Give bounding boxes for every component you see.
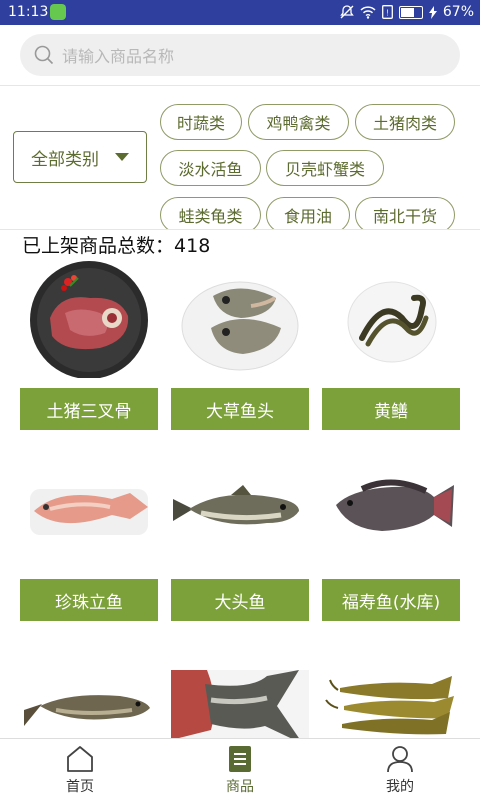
category-chip-label: 贝壳虾蟹类 (284, 160, 365, 179)
category-chip-label: 食用油 (283, 207, 332, 226)
category-chip-label: 淡水活鱼 (178, 160, 243, 179)
wifi-icon (360, 5, 376, 19)
category-chip[interactable]: 淡水活鱼 (160, 150, 261, 186)
category-filter: 全部类别 时蔬类 鸡鸭禽类 土猪肉类 淡水活鱼 贝壳虾蟹类 蛙类龟类 食用油 南… (0, 85, 480, 230)
product-name: 黄鳝 (322, 388, 460, 430)
product-name: 大草鱼头 (171, 388, 309, 430)
search-bar-area (0, 25, 480, 85)
tilapia-image (336, 479, 454, 531)
pork-bone-image (30, 261, 148, 378)
home-icon (67, 746, 93, 772)
product-count: 已上架商品总数：418 (22, 231, 210, 258)
notification-icon (50, 4, 66, 20)
category-chip[interactable]: 鸡鸭禽类 (248, 104, 349, 140)
category-chip-label: 土猪肉类 (372, 114, 437, 133)
category-chip[interactable]: 土猪肉类 (355, 104, 455, 140)
search-icon (34, 45, 54, 65)
grass-carp-image (24, 695, 150, 726)
category-chip[interactable]: 南北干货 (355, 197, 455, 229)
product-name: 福寿鱼(水库) (322, 579, 460, 621)
yellow-catfish-image (325, 676, 454, 735)
battery-icon (398, 5, 423, 19)
product-name: 大头鱼 (171, 579, 309, 621)
fish-tail-image (171, 670, 309, 738)
battery-percent: 67% (442, 4, 474, 20)
tab-products[interactable]: 商品 (160, 739, 320, 801)
product-grid: 土猪三叉骨 大草鱼头 黄鳝 珍珠立鱼 大头鱼 福寿鱼(水库) (0, 258, 480, 738)
category-chip[interactable]: 贝壳虾蟹类 (266, 150, 384, 186)
all-categories-dropdown[interactable]: 全部类别 (13, 131, 147, 183)
all-categories-label: 全部类别 (31, 149, 99, 170)
bighead-carp-image (173, 485, 299, 525)
search-box[interactable] (20, 34, 460, 76)
mute-bell-icon (340, 5, 354, 19)
tab-home-label: 首页 (66, 779, 94, 795)
category-chip-label: 南北干货 (372, 207, 437, 226)
fish-head-image (181, 281, 299, 371)
product-count-value: 418 (174, 235, 211, 257)
status-bar: 11:13 ! 67% (0, 0, 480, 25)
list-icon (229, 746, 251, 772)
category-chip[interactable]: 食用油 (266, 197, 350, 229)
charging-icon (428, 5, 437, 19)
svg-text:!: ! (386, 9, 388, 18)
product-count-label: 已上架商品总数： (22, 235, 175, 257)
category-chip-label: 时蔬类 (176, 114, 225, 133)
product-name: 珍珠立鱼 (20, 579, 158, 621)
product-name: 土猪三叉骨 (20, 388, 158, 430)
status-time: 11:13 (8, 4, 49, 20)
pink-fish-image (30, 489, 148, 535)
category-chip-label: 鸡鸭禽类 (266, 114, 331, 133)
tab-home[interactable]: 首页 (0, 739, 160, 801)
bottom-tab-bar: 首页 商品 我的 (0, 738, 480, 801)
sim-icon: ! (381, 5, 393, 19)
dropdown-arrow-icon (115, 153, 129, 161)
user-icon (387, 746, 413, 773)
status-icons: ! 67% (340, 4, 474, 20)
category-chip-label: 蛙类龟类 (178, 207, 243, 226)
tab-mine[interactable]: 我的 (320, 739, 480, 801)
tab-products-label: 商品 (226, 779, 254, 795)
category-chip[interactable]: 时蔬类 (160, 104, 242, 140)
tab-mine-label: 我的 (386, 779, 414, 795)
search-input[interactable] (60, 42, 444, 70)
category-chip[interactable]: 蛙类龟类 (160, 197, 261, 229)
eel-image (347, 281, 437, 363)
